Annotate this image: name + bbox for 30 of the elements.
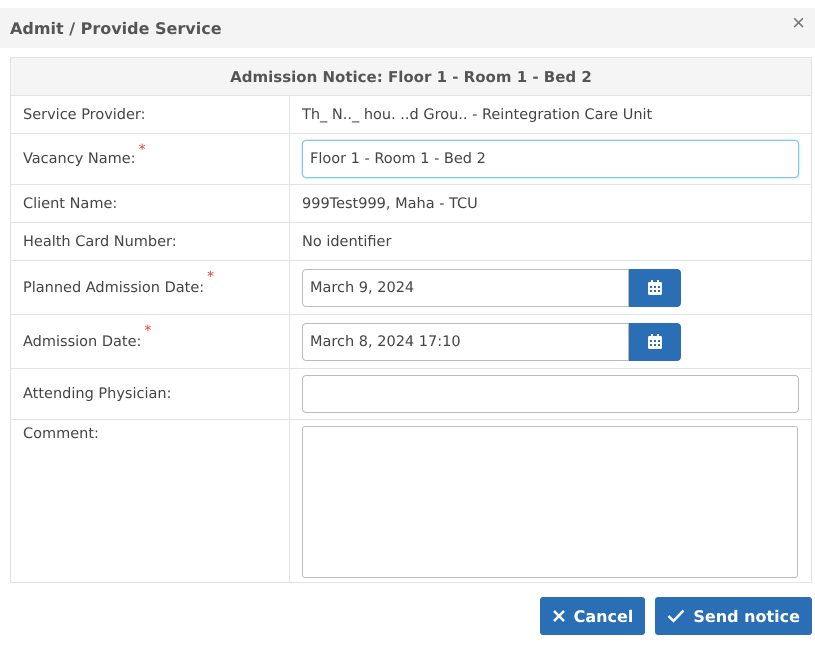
calendar-icon: [647, 279, 663, 296]
required-mark: *: [207, 269, 214, 285]
comment-field[interactable]: [302, 426, 798, 578]
required-mark: *: [144, 323, 152, 339]
field-value: Th_ N.._ hou. ..d Grou.. - Reintegration Care Unit: [302, 106, 652, 122]
checkmark-icon: [667, 609, 686, 623]
date-field[interactable]: March 8, 2024 17:10: [302, 322, 629, 360]
field-label: Vacancy Name:: [23, 151, 136, 167]
cancel-button[interactable]: Cancel: [540, 597, 646, 635]
field-value: 999Test999, Maha - TCU: [302, 196, 478, 212]
input-field[interactable]: [302, 375, 799, 413]
field-label: Comment:: [23, 426, 99, 442]
input-field[interactable]: Floor 1 - Room 1 - Bed 2: [302, 140, 799, 178]
field-label: Health Card Number:: [23, 234, 177, 250]
close-button[interactable]: ×: [788, 10, 809, 36]
date-field[interactable]: March 9, 2024: [302, 268, 629, 306]
field-label: Admission Date:: [23, 334, 142, 350]
dialog-title: Admit / Provide Service: [10, 18, 222, 38]
close-icon: [552, 609, 566, 623]
field-label: Attending Physician:: [23, 386, 172, 402]
field-label: Service Provider:: [23, 106, 146, 122]
required-mark: *: [138, 142, 146, 158]
table-heading: Admission Notice: Floor 1 - Room 1 - Bed 2: [11, 58, 811, 95]
calendar-button[interactable]: [629, 322, 681, 360]
field-value: No identifier: [302, 234, 392, 250]
send-button[interactable]: Send notice: [655, 597, 812, 635]
field-label: Client Name:: [23, 196, 118, 212]
calendar-button[interactable]: [629, 268, 681, 306]
calendar-icon: [647, 333, 663, 350]
field-label: Planned Admission Date:: [23, 280, 204, 296]
